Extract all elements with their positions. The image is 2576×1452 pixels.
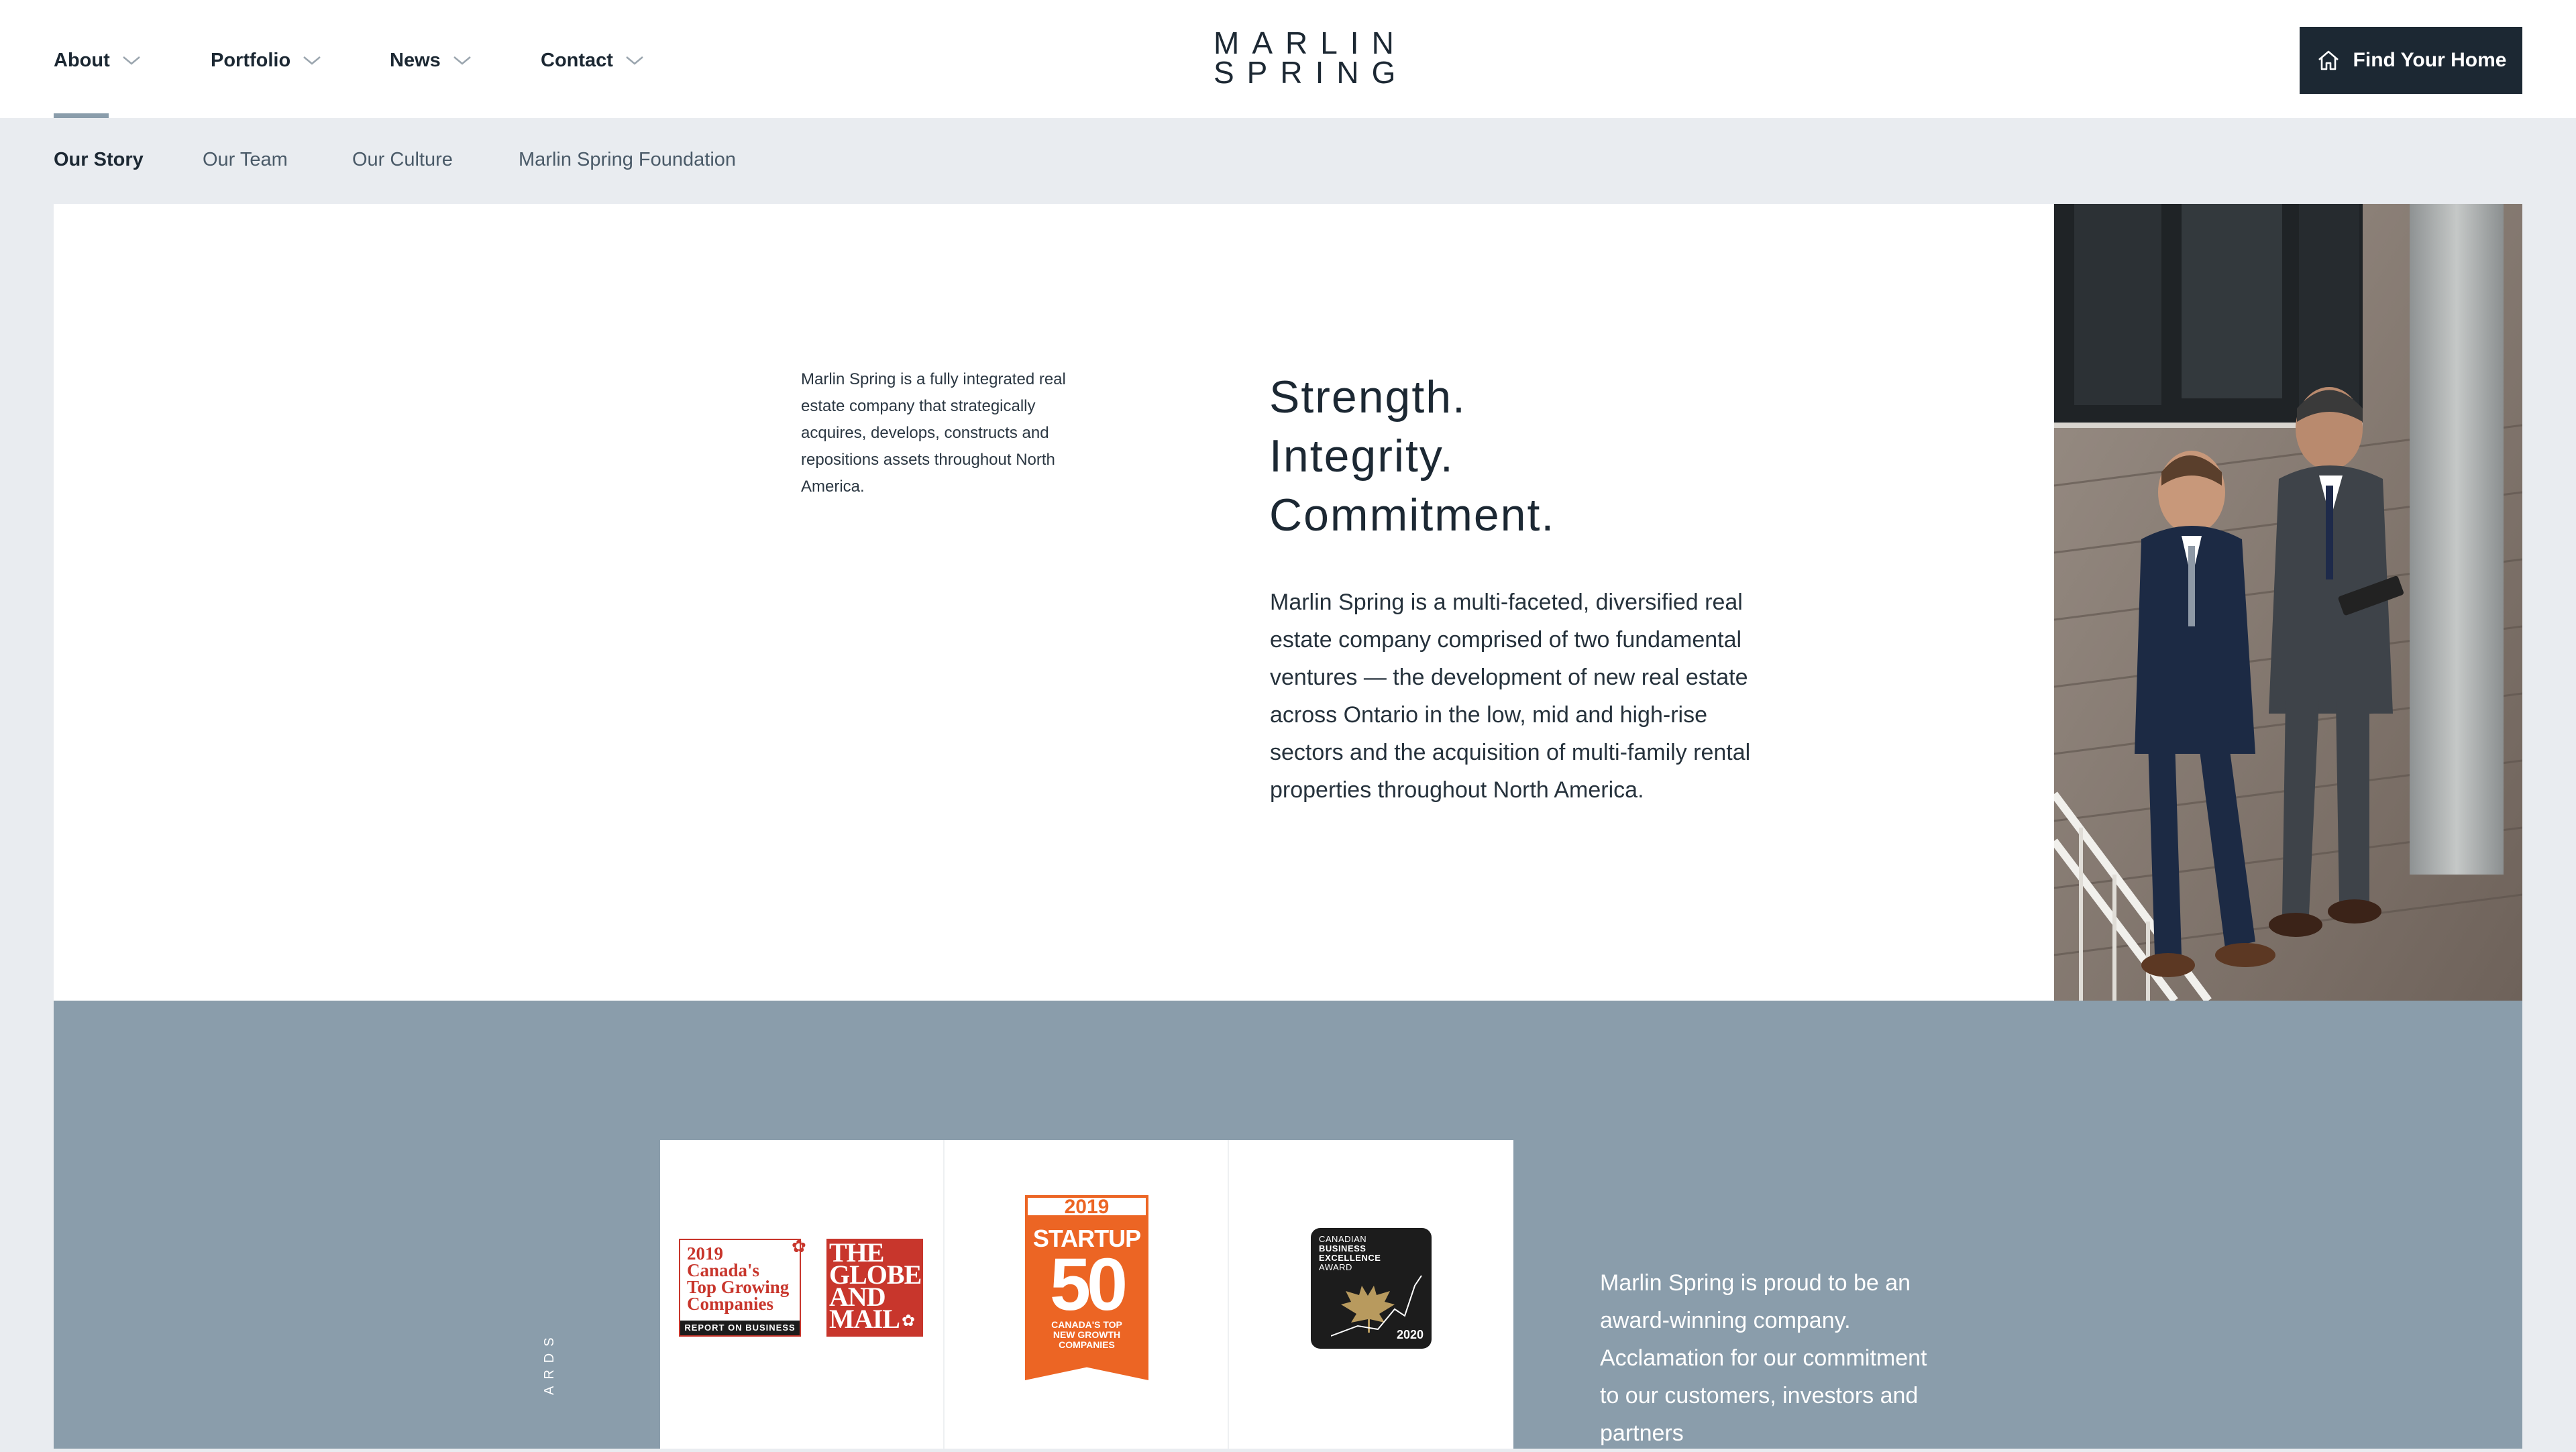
nav-about-label: About xyxy=(54,49,110,71)
business-people-illustration xyxy=(2054,204,2522,1001)
chevron-down-icon xyxy=(626,56,643,65)
value-strength: Strength. xyxy=(1269,372,1466,423)
awards-vertical-label: ARDS xyxy=(542,1331,557,1395)
badge3-year: 2020 xyxy=(1396,1328,1424,1341)
award-business-excellence: CANADIAN BUSINESS EXCELLENCE AWARD 2020 xyxy=(1229,1140,1513,1449)
chevron-down-icon xyxy=(453,56,471,65)
chevron-down-icon xyxy=(122,56,140,65)
awards-panel: ✿ 2019 Canada's Top Growing Companies RE… xyxy=(660,1140,1513,1449)
logo-line-2: SPRING xyxy=(1214,55,1409,90)
badge2-year: 2019 xyxy=(1025,1195,1148,1218)
subnav-our-team[interactable]: Our Team xyxy=(203,149,288,171)
business-excellence-badge: CANADIAN BUSINESS EXCELLENCE AWARD 2020 xyxy=(1311,1228,1432,1349)
badge3-line4: AWARD xyxy=(1319,1262,1352,1272)
nav-news[interactable]: News xyxy=(390,47,473,74)
canadas-top-growing-badge: ✿ 2019 Canada's Top Growing Companies RE… xyxy=(679,1236,806,1337)
home-icon xyxy=(2318,50,2339,70)
logo-line-1: MARLIN xyxy=(1214,25,1407,60)
nav-news-label: News xyxy=(390,49,441,71)
badge3-line1: CANADIAN xyxy=(1319,1234,1367,1244)
badge1-bar: REPORT ON BUSINESS xyxy=(680,1321,800,1335)
maple-leaf-icon: ✿ xyxy=(792,1236,806,1256)
business-people-photo xyxy=(2054,204,2522,1001)
subnav-marlin-spring-foundation[interactable]: Marlin Spring Foundation xyxy=(519,149,736,171)
startup-50-badge: 2019 STARTUP 50 CANADA'S TOP NEW GROWTH … xyxy=(1025,1195,1148,1380)
subnav-our-story[interactable]: Our Story xyxy=(54,149,144,171)
badge3-line3: EXCELLENCE xyxy=(1319,1253,1381,1263)
value-integrity: Integrity. xyxy=(1269,431,1454,482)
badge2-sub3: COMPANIES xyxy=(1059,1339,1115,1350)
awards-description: Marlin Spring is proud to be an award-wi… xyxy=(1600,1270,1927,1446)
story-values: Strength. Integrity. Commitment. xyxy=(1269,368,1555,545)
badge2-number: 50 xyxy=(1049,1243,1128,1326)
site-logo[interactable]: MARLIN SPRING xyxy=(1201,25,1409,90)
badge2-sub2: NEW GROWTH xyxy=(1053,1329,1121,1340)
nav-contact-label: Contact xyxy=(541,49,613,71)
find-your-home-button[interactable]: Find Your Home xyxy=(2300,27,2522,94)
chevron-down-icon xyxy=(303,56,321,65)
globe-and-mail-logo: THE GLOBE AND MAIL ✿ xyxy=(826,1239,923,1337)
nav-contact[interactable]: Contact xyxy=(541,47,645,74)
award-startup-50: 2019 STARTUP 50 CANADA'S TOP NEW GROWTH … xyxy=(945,1140,1229,1449)
badge3-line2: BUSINESS xyxy=(1319,1243,1366,1253)
nav-portfolio[interactable]: Portfolio xyxy=(211,47,323,74)
site-header: About Portfolio News Contact MARLIN SPRI… xyxy=(0,0,2576,118)
nav-active-indicator xyxy=(54,113,109,118)
badge2-sub1: CANADA'S TOP xyxy=(1051,1319,1122,1330)
subnav-our-culture[interactable]: Our Culture xyxy=(352,149,453,171)
story-intro: Marlin Spring is a fully integrated real… xyxy=(801,370,1066,496)
value-commitment: Commitment. xyxy=(1269,490,1556,541)
find-your-home-label: Find Your Home xyxy=(2353,49,2507,71)
badge1-line4: Companies xyxy=(687,1294,774,1314)
award-globe-and-mail: ✿ 2019 Canada's Top Growing Companies RE… xyxy=(660,1140,945,1449)
story-description: Marlin Spring is a multi-faceted, divers… xyxy=(1270,590,1751,803)
nav-about[interactable]: About xyxy=(54,47,142,74)
maple-leaf-icon: ✿ xyxy=(902,1312,916,1330)
nav-portfolio-label: Portfolio xyxy=(211,49,291,71)
